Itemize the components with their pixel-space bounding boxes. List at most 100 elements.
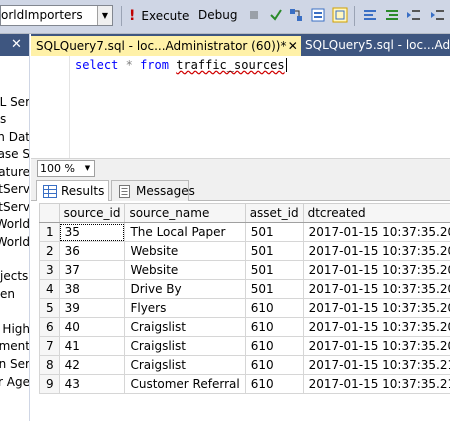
cell-asset-id[interactable]: 610 xyxy=(244,317,304,337)
estimated-plan-icon[interactable] xyxy=(288,7,304,23)
query-options-icon[interactable] xyxy=(310,7,326,23)
zoom-selector[interactable]: 100 % ▼ xyxy=(37,160,95,177)
cell-asset-id[interactable]: 501 xyxy=(244,222,304,242)
row-number[interactable]: 6 xyxy=(39,317,60,337)
cell-source-id[interactable]: 37 xyxy=(58,260,126,280)
database-selector[interactable]: orldImporters ▼ xyxy=(0,5,113,26)
increase-indent-icon[interactable] xyxy=(430,7,446,23)
cell-source-name[interactable]: Craigslist xyxy=(124,317,246,337)
object-explorer-panel: ✕ L Ser s n Dat ase S ature\ etServ etSe… xyxy=(0,34,30,421)
chevron-down-icon[interactable]: ▼ xyxy=(81,161,94,176)
table-row[interactable]: 5 39 Flyers 610 2017-01-15 10:37:35.207 xyxy=(39,298,450,318)
table-row[interactable]: 2 36 Website 501 2017-01-15 10:37:35.207 xyxy=(39,241,450,261)
results-to-grid-icon[interactable] xyxy=(332,7,348,23)
comment-out-icon[interactable] xyxy=(362,7,378,23)
cell-dtcreated[interactable]: 2017-01-15 10:37:35.207 xyxy=(302,298,450,318)
cell-dtcreated[interactable]: 2017-01-15 10:37:35.210 xyxy=(302,374,450,394)
table-row[interactable]: 4 38 Drive By 501 2017-01-15 10:37:35.20… xyxy=(39,279,450,299)
object-explorer-item[interactable]: n High xyxy=(0,322,29,336)
cell-source-name[interactable]: Website xyxy=(124,241,246,261)
tab-sqlquery5[interactable]: SQLQuery5.sql - loc...Admin xyxy=(303,38,450,56)
cell-dtcreated[interactable]: 2017-01-15 10:37:35.207 xyxy=(302,279,450,299)
table-row[interactable]: 7 41 Craigslist 610 2017-01-15 10:37:35.… xyxy=(39,336,450,356)
code-line[interactable]: select * from traffic_sources xyxy=(75,58,287,72)
object-explorer-item[interactable]: L Ser xyxy=(0,95,29,109)
row-number[interactable]: 4 xyxy=(39,279,60,299)
cell-source-id[interactable]: 41 xyxy=(58,336,126,356)
object-explorer-item[interactable]: n Ser xyxy=(0,357,29,371)
cell-source-name[interactable]: Website xyxy=(124,260,246,280)
cell-dtcreated[interactable]: 2017-01-15 10:37:35.207 xyxy=(302,336,450,356)
cell-asset-id[interactable]: 610 xyxy=(244,355,304,375)
column-header-source-name[interactable]: source_name xyxy=(124,203,246,223)
column-header-dtcreated[interactable]: dtcreated xyxy=(302,203,450,223)
object-explorer-item[interactable]: etServ xyxy=(0,182,29,196)
cell-asset-id[interactable]: 501 xyxy=(244,241,304,261)
cell-asset-id[interactable]: 610 xyxy=(244,374,304,394)
cell-source-name[interactable]: Customer Referral xyxy=(124,374,246,394)
cell-source-name[interactable]: Drive By xyxy=(124,279,246,299)
table-row[interactable]: 3 37 Website 501 2017-01-15 10:37:35.207 xyxy=(39,260,450,280)
object-explorer-item[interactable]: World xyxy=(0,235,29,249)
object-explorer-item[interactable]: s xyxy=(0,112,29,126)
column-header-source-id[interactable]: source_id xyxy=(58,203,126,223)
object-explorer-item[interactable]: en xyxy=(0,287,29,301)
cell-asset-id[interactable]: 610 xyxy=(244,298,304,318)
database-selector-value: orldImporters xyxy=(1,8,83,22)
cell-dtcreated[interactable]: 2017-01-15 10:37:35.207 xyxy=(302,317,450,337)
cell-dtcreated[interactable]: 2017-01-15 10:37:35.207 xyxy=(302,260,450,280)
chevron-down-icon[interactable]: ▼ xyxy=(97,6,112,25)
row-number[interactable]: 2 xyxy=(39,241,60,261)
object-explorer-item[interactable]: n Dat xyxy=(0,130,29,144)
cell-source-name[interactable]: Flyers xyxy=(124,298,246,318)
object-explorer-item[interactable]: etServ xyxy=(0,200,29,214)
table-row[interactable]: 8 42 Craigslist 610 2017-01-15 10:37:35.… xyxy=(39,355,450,375)
object-explorer-item[interactable]: jects xyxy=(0,269,29,283)
cell-source-name[interactable]: Craigslist xyxy=(124,355,246,375)
object-explorer-item[interactable]: ature\ xyxy=(0,165,29,179)
cell-source-name[interactable]: Craigslist xyxy=(124,336,246,356)
cell-asset-id[interactable]: 501 xyxy=(244,279,304,299)
object-explorer-item[interactable]: ase S xyxy=(0,147,29,161)
cell-dtcreated[interactable]: 2017-01-15 10:37:35.207 xyxy=(302,241,450,261)
tab-results[interactable]: Results xyxy=(36,180,109,201)
tab-messages[interactable]: Messages xyxy=(111,180,195,201)
object-explorer-item[interactable]: World xyxy=(0,217,29,231)
decrease-indent-icon[interactable] xyxy=(406,7,422,23)
cell-source-id[interactable]: 43 xyxy=(58,374,126,394)
cell-source-id[interactable]: 42 xyxy=(58,355,126,375)
query-editor[interactable]: select * from traffic_sources xyxy=(31,56,450,158)
close-icon[interactable]: ✕ xyxy=(11,37,22,52)
tab-sqlquery7[interactable]: SQLQuery7.sql - loc...Administrator (60)… xyxy=(31,36,301,56)
object-explorer-item[interactable]: ment xyxy=(0,339,29,353)
cell-source-id[interactable]: 38 xyxy=(58,279,126,299)
table-row[interactable]: 1 35 The Local Paper 501 2017-01-15 10:3… xyxy=(39,222,450,242)
stop-icon[interactable] xyxy=(246,7,262,23)
row-number[interactable]: 1 xyxy=(39,222,60,242)
cell-source-id[interactable]: 39 xyxy=(58,298,126,318)
execute-button[interactable]: ! Execute xyxy=(129,6,189,26)
cell-source-id[interactable]: 36 xyxy=(58,241,126,261)
grid-corner-cell[interactable] xyxy=(39,203,60,223)
table-row[interactable]: 6 40 Craigslist 610 2017-01-15 10:37:35.… xyxy=(39,317,450,337)
table-name: traffic_sources xyxy=(176,58,285,72)
debug-button[interactable]: Debug xyxy=(198,8,237,22)
row-number[interactable]: 7 xyxy=(39,336,60,356)
cell-asset-id[interactable]: 610 xyxy=(244,336,304,356)
cell-dtcreated[interactable]: 2017-01-15 10:37:35.207 xyxy=(302,222,450,242)
table-row[interactable]: 9 43 Customer Referral 610 2017-01-15 10… xyxy=(39,374,450,394)
row-number[interactable]: 5 xyxy=(39,298,60,318)
column-header-asset-id[interactable]: asset_id xyxy=(244,203,304,223)
row-number[interactable]: 9 xyxy=(39,374,60,394)
cell-source-id[interactable]: 40 xyxy=(58,317,126,337)
cell-dtcreated[interactable]: 2017-01-15 10:37:35.210 xyxy=(302,355,450,375)
close-icon[interactable]: ✕ xyxy=(286,39,299,53)
cell-asset-id[interactable]: 501 xyxy=(244,260,304,280)
cell-source-name[interactable]: The Local Paper xyxy=(124,222,246,242)
row-number[interactable]: 3 xyxy=(39,260,60,280)
cell-source-id[interactable]: 35 xyxy=(58,222,126,242)
parse-check-icon[interactable] xyxy=(268,7,284,23)
uncomment-icon[interactable] xyxy=(384,7,400,23)
object-explorer-item[interactable]: er Age xyxy=(0,375,29,389)
row-number[interactable]: 8 xyxy=(39,355,60,375)
